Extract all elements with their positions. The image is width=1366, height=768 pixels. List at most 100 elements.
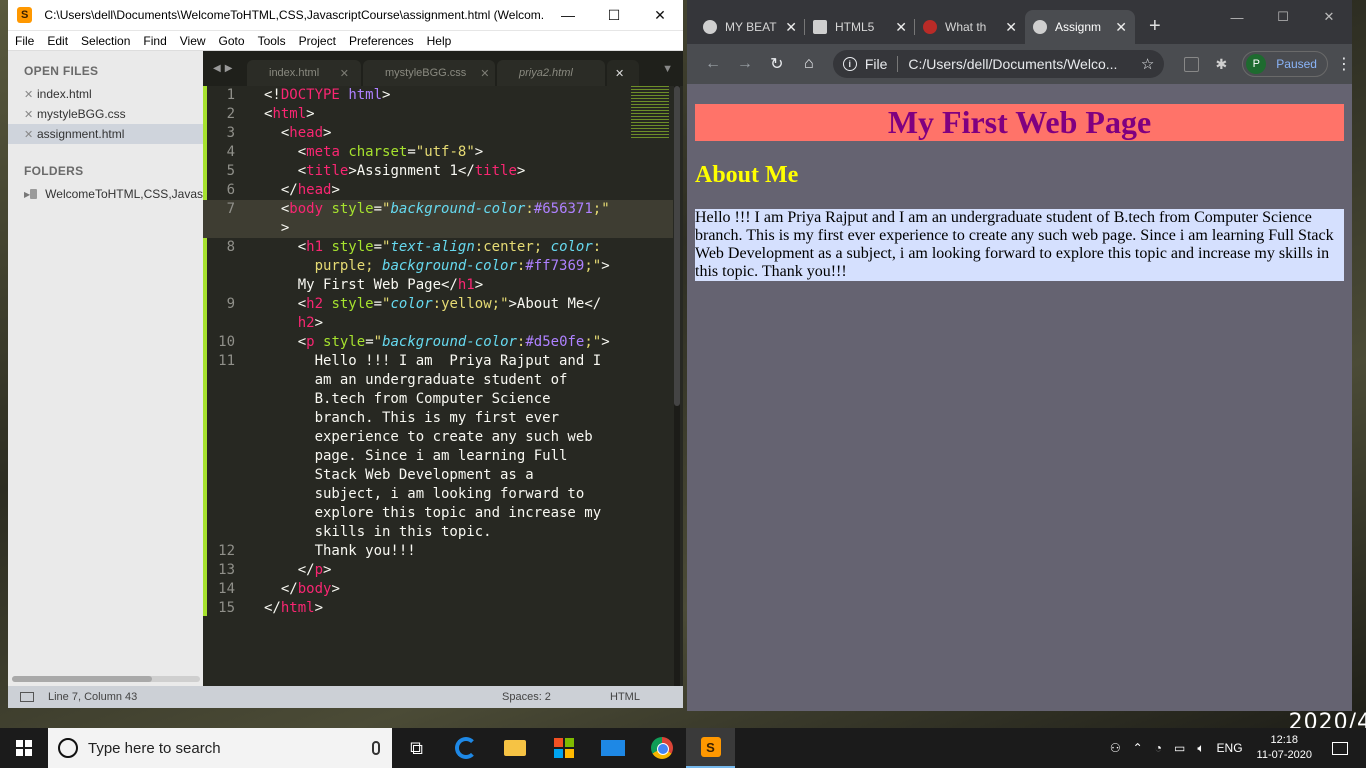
taskbar-search[interactable]: Type here to search: [48, 728, 392, 768]
code-line[interactable]: 15 </html>: [203, 599, 673, 618]
code-line[interactable]: 7 <body style="background-color:#656371;…: [203, 200, 673, 219]
info-icon[interactable]: i: [842, 57, 857, 71]
code-line[interactable]: 5 <title>Assignment 1</title>: [203, 162, 673, 181]
menu-edit[interactable]: Edit: [47, 34, 68, 48]
indentation-setting[interactable]: Spaces: 2: [502, 691, 551, 703]
menu-tools[interactable]: Tools: [258, 34, 286, 48]
code-line[interactable]: 1 <!DOCTYPE html>: [203, 86, 673, 105]
code-line[interactable]: experience to create any such web: [203, 428, 673, 447]
reload-icon[interactable]: ↻: [761, 48, 793, 80]
volume-icon[interactable]: 🔈︎: [1197, 741, 1204, 756]
close-file-icon[interactable]: ✕: [24, 128, 37, 141]
code-line[interactable]: 10 <p style="background-color:#d5e0fe;">: [203, 333, 673, 352]
code-line[interactable]: explore this topic and increase my: [203, 504, 673, 523]
open-file-item[interactable]: ✕ mystyleBGG.css: [8, 104, 203, 124]
chevron-up-icon[interactable]: ⌃: [1133, 741, 1143, 755]
code-line[interactable]: page. Since i am learning Full: [203, 447, 673, 466]
task-view-icon[interactable]: ⧉: [392, 728, 441, 768]
tab-close-icon[interactable]: ✕: [785, 19, 797, 36]
code-line[interactable]: 4 <meta charset="utf-8">: [203, 143, 673, 162]
notification-icon[interactable]: [1332, 741, 1348, 755]
folder-item[interactable]: ▶ WelcomeToHTML,CSS,Javas: [8, 184, 203, 204]
browser-tab[interactable]: MY BEAT ✕: [695, 10, 805, 44]
browser-tab[interactable]: HTML5 ✕: [805, 10, 915, 44]
code-line[interactable]: 9 <h2 style="color:yellow;">About Me</: [203, 295, 673, 314]
code-line[interactable]: h2>: [203, 314, 673, 333]
tab-close-icon[interactable]: ✕: [480, 67, 489, 80]
tab-close-icon[interactable]: ✕: [1005, 19, 1017, 36]
new-tab-button[interactable]: +: [1149, 15, 1161, 38]
open-file-item[interactable]: ✕ index.html: [8, 84, 203, 104]
store-app[interactable]: [539, 728, 588, 768]
tab-index-html[interactable]: index.html ✕: [247, 60, 361, 86]
people-icon[interactable]: ⚇: [1110, 741, 1121, 755]
code-line[interactable]: purple; background-color:#ff7369;">: [203, 257, 673, 276]
open-file-item-active[interactable]: ✕ assignment.html: [8, 124, 203, 144]
code-line[interactable]: 11 Hello !!! I am Priya Rajput and I: [203, 352, 673, 371]
code-line[interactable]: 8 <h1 style="text-align:center; color:: [203, 238, 673, 257]
close-icon[interactable]: ✕: [1306, 0, 1352, 34]
menu-file[interactable]: File: [15, 34, 34, 48]
forward-arrow-icon[interactable]: →: [729, 48, 761, 80]
sidebar-scrollbar[interactable]: [12, 676, 200, 682]
home-icon[interactable]: ⌂: [793, 48, 825, 80]
clock[interactable]: 12:18 11-07-2020: [1257, 733, 1312, 763]
tab-priya2-html[interactable]: priya2.html: [497, 60, 605, 86]
code-line[interactable]: My First Web Page</h1>: [203, 276, 673, 295]
close-file-icon[interactable]: ✕: [24, 88, 37, 101]
tab-close-icon[interactable]: ✕: [895, 19, 907, 36]
minimize-icon[interactable]: —: [545, 0, 591, 30]
browser-tab-active[interactable]: Assignm ✕: [1025, 10, 1135, 44]
tab-close-icon[interactable]: ✕: [615, 67, 624, 80]
minimap[interactable]: [631, 86, 669, 138]
code-line[interactable]: 13 </p>: [203, 561, 673, 580]
menu-preferences[interactable]: Preferences: [349, 34, 414, 48]
tab-dropdown-icon[interactable]: ▼: [662, 63, 673, 75]
tab-assignment-html-active[interactable]: ✕: [607, 60, 639, 86]
tab-close-icon[interactable]: ✕: [340, 67, 349, 80]
browser-tab[interactable]: What th ✕: [915, 10, 1025, 44]
sublime-app[interactable]: S: [686, 728, 735, 768]
sublime-titlebar[interactable]: S C:\Users\dell\Documents\WelcomeToHTML,…: [8, 0, 683, 31]
code-line[interactable]: subject, i am looking forward to: [203, 485, 673, 504]
wifi-icon[interactable]: ◔: [1155, 741, 1162, 755]
code-editor[interactable]: 1 <!DOCTYPE html> 2 <html> 3 <head> 4 <meta c…: [203, 86, 683, 686]
menu-project[interactable]: Project: [299, 34, 336, 48]
maximize-icon[interactable]: ☐: [591, 0, 637, 30]
code-line[interactable]: branch. This is my first ever: [203, 409, 673, 428]
microphone-icon[interactable]: [372, 741, 380, 755]
syntax-setting[interactable]: HTML: [610, 691, 640, 703]
language-indicator[interactable]: ENG: [1217, 741, 1243, 755]
minimize-icon[interactable]: —: [1214, 0, 1260, 34]
edge-app[interactable]: [441, 728, 490, 768]
scrollbar-thumb[interactable]: [674, 86, 680, 406]
menu-goto[interactable]: Goto: [219, 34, 245, 48]
close-icon[interactable]: ✕: [637, 0, 683, 30]
code-line[interactable]: 3 <head>: [203, 124, 673, 143]
code-line[interactable]: 6 </head>: [203, 181, 673, 200]
chrome-app[interactable]: [637, 728, 686, 768]
code-line[interactable]: 14 </body>: [203, 580, 673, 599]
code-line[interactable]: am an undergraduate student of: [203, 371, 673, 390]
tab-scroll-arrows-icon[interactable]: ◀▶: [203, 63, 247, 74]
tab-close-icon[interactable]: ✕: [1115, 19, 1127, 36]
close-file-icon[interactable]: ✕: [24, 108, 37, 121]
code-line[interactable]: B.tech from Computer Science: [203, 390, 673, 409]
panel-toggle-icon[interactable]: [20, 692, 34, 702]
address-bar[interactable]: i File C:/Users/dell/Documents/Welco... …: [832, 50, 1165, 78]
bookmark-star-icon[interactable]: ☆: [1141, 55, 1154, 73]
menu-help[interactable]: Help: [427, 34, 452, 48]
code-line[interactable]: Stack Web Development as a: [203, 466, 673, 485]
scrollbar-thumb[interactable]: [12, 676, 152, 682]
code-line[interactable]: 12 Thank you!!!: [203, 542, 673, 561]
start-button[interactable]: [0, 728, 48, 768]
battery-icon[interactable]: ▭: [1174, 741, 1185, 755]
code-line[interactable]: skills in this topic.: [203, 523, 673, 542]
back-arrow-icon[interactable]: ←: [697, 48, 729, 80]
maximize-icon[interactable]: ☐: [1260, 0, 1306, 34]
file-explorer-app[interactable]: [490, 728, 539, 768]
menu-find[interactable]: Find: [143, 34, 166, 48]
code-line[interactable]: >: [203, 219, 673, 238]
code-line[interactable]: 2 <html>: [203, 105, 673, 124]
editor-scrollbar[interactable]: [674, 86, 680, 686]
